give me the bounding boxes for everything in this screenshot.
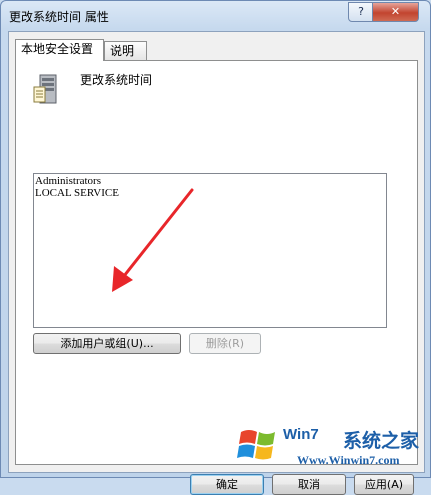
title-bar[interactable]: 更改系统时间 属性 ? ✕	[1, 1, 430, 29]
help-button[interactable]: ?	[348, 2, 374, 22]
watermark: Win7 系统之家 Www.Winwin7.com	[235, 420, 431, 478]
list-item[interactable]: Administrators	[34, 175, 386, 187]
list-item[interactable]: LOCAL SERVICE	[34, 187, 386, 199]
watermark-cn-text: 系统之家	[343, 430, 420, 452]
watermark-url: Www.Winwin7.com	[297, 453, 400, 467]
tab-explain[interactable]: 说明	[104, 41, 147, 60]
tab-local-security-setting[interactable]: 本地安全设置	[15, 39, 104, 61]
add-user-or-group-button[interactable]: 添加用户或组(U)...	[33, 333, 181, 354]
properties-dialog: 更改系统时间 属性 ? ✕ 本地安全设置 说明 更改系统时间 Administr…	[0, 0, 431, 495]
server-policy-icon	[33, 74, 57, 104]
remove-button[interactable]: 删除(R)	[189, 333, 261, 354]
account-list[interactable]: Administrators LOCAL SERVICE	[33, 173, 387, 328]
windows-logo-icon	[237, 430, 275, 460]
tab-panel: 更改系统时间 Administrators LOCAL SERVICE 添加用户…	[15, 60, 418, 495]
close-button[interactable]: ✕	[372, 2, 419, 22]
dialog-client-area: 本地安全设置 说明 更改系统时间 Administrators LOCAL SE…	[8, 31, 425, 495]
policy-name: 更改系统时间	[80, 73, 153, 87]
watermark-brand: Win7	[283, 426, 319, 443]
window-title: 更改系统时间 属性	[9, 10, 109, 24]
